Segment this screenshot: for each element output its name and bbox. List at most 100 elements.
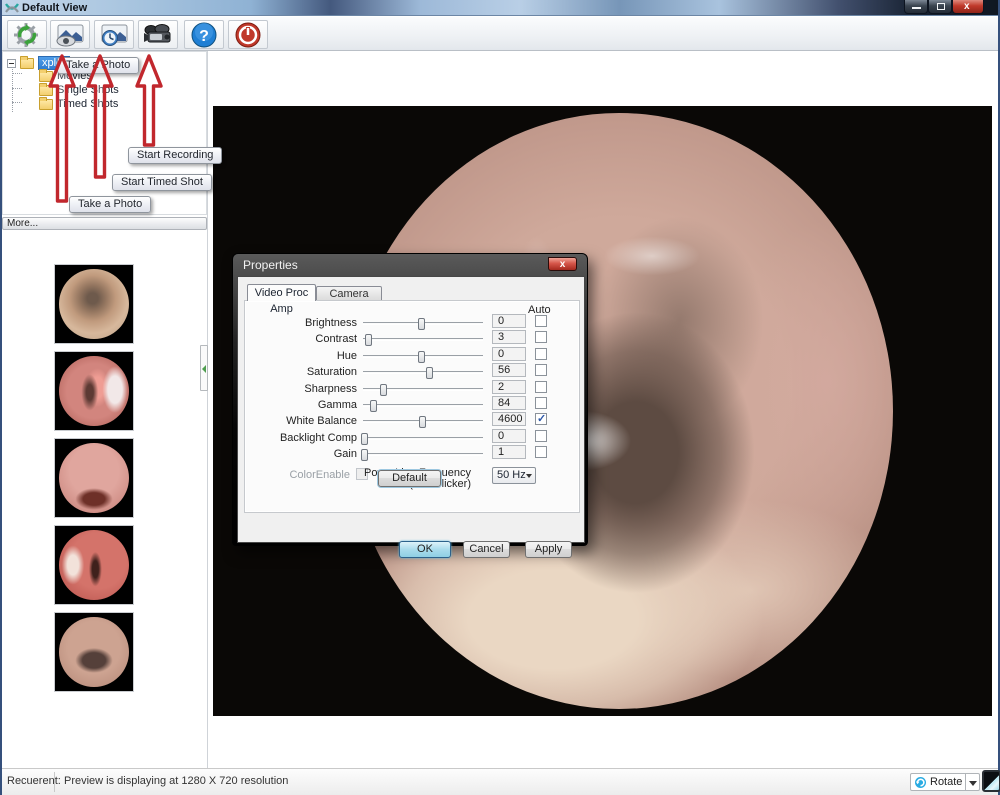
brightness-slider[interactable] bbox=[363, 322, 483, 325]
sharpness-value-field[interactable]: 2 bbox=[492, 380, 526, 394]
slider-row-contrast: Contrast 3 bbox=[245, 331, 581, 347]
close-button[interactable]: x bbox=[952, 0, 984, 14]
powerline-frequency-dropdown[interactable]: 50 Hz bbox=[492, 467, 536, 484]
chevron-down-icon bbox=[526, 474, 532, 478]
saturation-slider[interactable] bbox=[363, 371, 483, 374]
rotate-label: Rotate bbox=[930, 776, 962, 788]
annotation-arrow-take-photo bbox=[47, 53, 77, 205]
timed-shot-button[interactable] bbox=[94, 20, 134, 49]
tree-connector bbox=[12, 102, 22, 103]
thumbnail-nasal-passage[interactable] bbox=[54, 351, 134, 431]
white-balance-value-field[interactable]: 4600 bbox=[492, 412, 526, 426]
slider-label: Gain bbox=[334, 448, 357, 460]
thumbnail-throat-uvula[interactable] bbox=[54, 612, 134, 692]
rotate-icon bbox=[914, 776, 927, 789]
gain-auto-checkbox[interactable] bbox=[535, 446, 547, 458]
properties-dialog: Properties x Video Proc Amp Camera Contr… bbox=[232, 253, 588, 546]
svg-text:?: ? bbox=[199, 28, 209, 45]
contrast-value-field[interactable]: 3 bbox=[492, 330, 526, 344]
status-bar: Recuerent: Preview is displaying at 1280… bbox=[2, 768, 998, 795]
cancel-button[interactable]: Cancel bbox=[463, 541, 510, 558]
slider-thumb[interactable] bbox=[365, 334, 372, 346]
toolbar: ? bbox=[2, 17, 998, 51]
slider-row-gain: Gain 1 bbox=[245, 446, 581, 462]
tab-video-proc-amp[interactable]: Video Proc Amp bbox=[247, 284, 316, 301]
slider-thumb[interactable] bbox=[426, 367, 433, 379]
gamma-slider[interactable] bbox=[363, 404, 483, 407]
slider-row-hue: Hue 0 bbox=[245, 348, 581, 364]
slider-label: Hue bbox=[337, 350, 357, 362]
help-button[interactable]: ? bbox=[184, 20, 224, 49]
fullscreen-monitor-button[interactable] bbox=[982, 770, 1000, 792]
endoscopy-image bbox=[59, 530, 129, 600]
gamma-value-field[interactable]: 84 bbox=[492, 396, 526, 410]
thumbnail-larynx[interactable] bbox=[54, 438, 134, 518]
default-button[interactable]: Default bbox=[378, 470, 441, 487]
hue-auto-checkbox[interactable] bbox=[535, 348, 547, 360]
thumbnail-nasal-cavity[interactable] bbox=[54, 525, 134, 605]
slider-thumb[interactable] bbox=[370, 400, 377, 412]
clock-photo-icon bbox=[99, 23, 129, 47]
slider-thumb[interactable] bbox=[361, 433, 368, 445]
gamma-auto-checkbox[interactable] bbox=[535, 397, 547, 409]
slider-thumb[interactable] bbox=[380, 384, 387, 396]
white-balance-slider[interactable] bbox=[363, 420, 483, 423]
restore-button[interactable] bbox=[928, 0, 952, 14]
settings-button[interactable] bbox=[7, 20, 47, 49]
slider-thumb[interactable] bbox=[419, 416, 426, 428]
status-separator bbox=[54, 772, 55, 792]
slider-label: Backlight Comp bbox=[280, 432, 357, 444]
brightness-value-field[interactable]: 0 bbox=[492, 314, 526, 328]
slider-label: Contrast bbox=[315, 333, 357, 345]
tab-camera-control[interactable]: Camera Control bbox=[316, 286, 382, 301]
contrast-slider[interactable] bbox=[363, 338, 483, 341]
dialog-close-button[interactable]: x bbox=[548, 257, 577, 271]
panel-collapse-handle[interactable] bbox=[200, 345, 208, 391]
annotation-arrow-timed-shot bbox=[85, 53, 115, 181]
endoscopy-image bbox=[59, 269, 129, 339]
thumbnail-list bbox=[54, 264, 134, 699]
sharpness-auto-checkbox[interactable] bbox=[535, 381, 547, 393]
power-icon bbox=[235, 22, 261, 48]
thumbnail-ear-canal[interactable] bbox=[54, 264, 134, 344]
gain-slider[interactable] bbox=[363, 453, 483, 456]
title-bar: Default View x bbox=[2, 0, 998, 16]
brightness-auto-checkbox[interactable] bbox=[535, 315, 547, 327]
slider-thumb[interactable] bbox=[418, 351, 425, 363]
ok-button[interactable]: OK bbox=[399, 541, 451, 558]
contrast-auto-checkbox[interactable] bbox=[535, 331, 547, 343]
backlight-comp-slider[interactable] bbox=[363, 437, 483, 440]
rotate-dropdown-button[interactable] bbox=[966, 773, 980, 791]
application-window: Default View x bbox=[0, 0, 1000, 795]
endoscopy-image bbox=[59, 443, 129, 513]
gain-value-field[interactable]: 1 bbox=[492, 445, 526, 459]
restore-icon bbox=[937, 3, 945, 10]
tree-connector bbox=[12, 73, 22, 74]
window-title: Default View bbox=[22, 2, 87, 14]
backlight-comp-auto-checkbox[interactable] bbox=[535, 430, 547, 442]
dialog-title: Properties bbox=[243, 258, 298, 272]
help-question-icon: ? bbox=[191, 22, 217, 48]
powerline-frequency-value: 50 Hz bbox=[497, 469, 526, 481]
rotate-button[interactable]: Rotate bbox=[910, 773, 966, 791]
sharpness-slider[interactable] bbox=[363, 388, 483, 391]
hue-value-field[interactable]: 0 bbox=[492, 347, 526, 361]
white-balance-auto-checkbox[interactable] bbox=[535, 413, 547, 425]
power-button[interactable] bbox=[228, 20, 268, 49]
take-photo-button[interactable] bbox=[50, 20, 90, 49]
record-video-button[interactable] bbox=[138, 20, 178, 49]
collapse-icon[interactable] bbox=[7, 59, 16, 68]
backlight-comp-value-field[interactable]: 0 bbox=[492, 429, 526, 443]
slider-row-saturation: Saturation 56 bbox=[245, 364, 581, 380]
slider-row-sharpness: Sharpness 2 bbox=[245, 381, 581, 397]
slider-thumb[interactable] bbox=[418, 318, 425, 330]
saturation-value-field[interactable]: 56 bbox=[492, 363, 526, 377]
apply-button[interactable]: Apply bbox=[525, 541, 572, 558]
slider-row-backlight-comp: Backlight Comp 0 bbox=[245, 430, 581, 446]
minimize-button[interactable] bbox=[904, 0, 928, 14]
saturation-auto-checkbox[interactable] bbox=[535, 364, 547, 376]
more-button[interactable]: More... bbox=[2, 217, 207, 230]
hue-slider[interactable] bbox=[363, 355, 483, 358]
color-enable-label: ColorEnable bbox=[289, 469, 350, 481]
slider-thumb[interactable] bbox=[361, 449, 368, 461]
